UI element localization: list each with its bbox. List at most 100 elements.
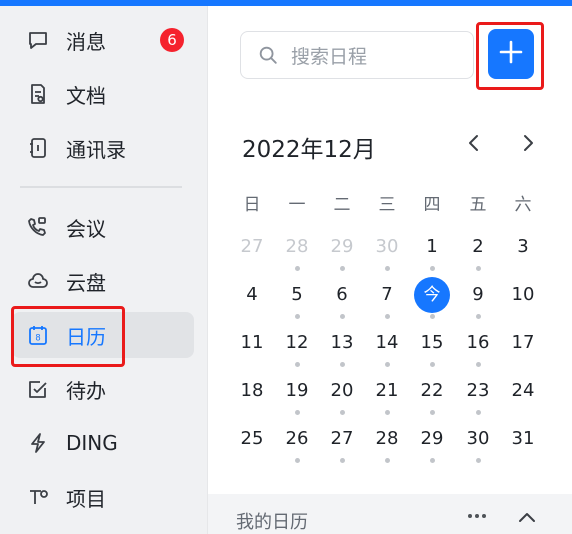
day-cell[interactable]: 23 <box>458 376 498 406</box>
day-cell[interactable]: 18 <box>232 376 272 406</box>
event-dot <box>429 362 435 367</box>
sidebar-item-ding[interactable]: DING <box>12 420 194 466</box>
highlight-box-calendar <box>11 306 125 367</box>
next-month-button[interactable] <box>516 132 540 158</box>
event-dot <box>384 458 390 463</box>
day-cell[interactable]: 20 <box>322 376 362 406</box>
event-dot <box>384 266 390 271</box>
day-cell[interactable]: 30 <box>367 232 407 262</box>
event-dot <box>294 266 300 271</box>
day-cell[interactable]: 1 <box>412 232 452 262</box>
day-cell[interactable]: 16 <box>458 328 498 358</box>
event-dot <box>384 362 390 367</box>
search-placeholder: 搜索日程 <box>291 45 368 68</box>
sidebar-item-label: 消息 <box>66 29 106 54</box>
my-calendars-section[interactable]: 我的日历 <box>208 494 572 534</box>
chevron-up-icon[interactable] <box>516 508 538 526</box>
checkbox-icon <box>26 377 50 401</box>
day-cell[interactable]: 26 <box>277 424 317 454</box>
weekday-label: 五 <box>469 195 487 215</box>
prev-month-button[interactable] <box>462 132 486 158</box>
day-cell[interactable]: 21 <box>367 376 407 406</box>
cloud-icon <box>26 269 50 293</box>
highlight-box-add-button <box>476 22 544 90</box>
lightning-icon <box>26 431 50 455</box>
project-icon <box>26 485 50 509</box>
day-cell[interactable]: 28 <box>277 232 317 262</box>
day-cell[interactable]: 9 <box>458 280 498 310</box>
sidebar-item-label: 云盘 <box>66 270 106 295</box>
day-cell[interactable]: 12 <box>277 328 317 358</box>
day-cell[interactable]: 29 <box>322 232 362 262</box>
more-options-icon[interactable] <box>466 506 488 526</box>
today-cell[interactable]: 今 <box>414 277 450 313</box>
day-cell[interactable]: 17 <box>503 328 543 358</box>
event-dot <box>475 266 481 271</box>
event-dot <box>339 458 345 463</box>
day-cell[interactable]: 24 <box>503 376 543 406</box>
day-cell[interactable]: 5 <box>277 280 317 310</box>
day-cell[interactable]: 31 <box>503 424 543 454</box>
day-cell[interactable]: 7 <box>367 280 407 310</box>
sidebar-item-messages[interactable]: 消息 6 <box>12 17 194 63</box>
day-cell[interactable]: 29 <box>412 424 452 454</box>
event-dot <box>475 362 481 367</box>
sidebar-item-label: 文档 <box>66 83 106 108</box>
day-cell[interactable]: 27 <box>322 424 362 454</box>
day-cell[interactable]: 30 <box>458 424 498 454</box>
sidebar-item-label: DING <box>66 431 118 455</box>
search-icon <box>257 44 279 66</box>
day-cell[interactable]: 3 <box>503 232 543 262</box>
event-dot <box>475 314 481 319</box>
event-dot <box>429 314 435 319</box>
day-cell[interactable]: 11 <box>232 328 272 358</box>
event-dot <box>294 314 300 319</box>
event-dot <box>475 410 481 415</box>
event-dot <box>429 458 435 463</box>
event-dot <box>429 410 435 415</box>
event-dot <box>384 314 390 319</box>
sidebar-item-projects[interactable]: 项目 <box>12 474 194 520</box>
event-dot <box>339 314 345 319</box>
sidebar-item-label: 会议 <box>66 216 106 241</box>
day-cell[interactable]: 27 <box>232 232 272 262</box>
day-cell[interactable]: 2 <box>458 232 498 262</box>
event-dot <box>339 410 345 415</box>
sidebar-item-label: 待办 <box>66 378 106 403</box>
weekday-label: 二 <box>333 195 351 215</box>
sidebar-item-label: 项目 <box>66 486 106 511</box>
event-dot <box>384 410 390 415</box>
contacts-book-icon <box>26 136 50 160</box>
weekday-label: 日 <box>243 195 261 215</box>
day-cell[interactable]: 28 <box>367 424 407 454</box>
event-dot <box>475 458 481 463</box>
unread-badge: 6 <box>160 28 184 52</box>
day-cell[interactable]: 19 <box>277 376 317 406</box>
event-dot <box>294 458 300 463</box>
day-cell[interactable]: 13 <box>322 328 362 358</box>
day-cell[interactable]: 6 <box>322 280 362 310</box>
day-cell[interactable]: 25 <box>232 424 272 454</box>
day-cell[interactable]: 4 <box>232 280 272 310</box>
sidebar-item-contacts[interactable]: 通讯录 <box>12 125 194 171</box>
sidebar-item-label: 通讯录 <box>66 137 126 162</box>
chat-bubble-icon <box>26 28 50 52</box>
day-cell[interactable]: 22 <box>412 376 452 406</box>
sidebar-item-docs[interactable]: 文档 <box>12 71 194 117</box>
month-title: 2022年12月 <box>242 137 376 163</box>
sidebar-item-cloud-drive[interactable]: 云盘 <box>12 258 194 304</box>
day-cell[interactable]: 14 <box>367 328 407 358</box>
event-dot <box>294 362 300 367</box>
sidebar-item-meetings[interactable]: 会议 <box>12 204 194 250</box>
sidebar: 消息 6 文档 通讯录 会议 云盘 8 日历 待办 DING 项目 <box>0 6 208 534</box>
day-cell[interactable]: 15 <box>412 328 452 358</box>
search-input[interactable]: 搜索日程 <box>240 31 474 79</box>
day-cell[interactable]: 10 <box>503 280 543 310</box>
weekday-label: 四 <box>423 195 441 215</box>
event-dot <box>429 266 435 271</box>
document-icon <box>26 82 50 106</box>
chevron-left-icon <box>467 133 481 157</box>
weekday-label: 一 <box>288 195 306 215</box>
weekday-label: 三 <box>378 195 396 215</box>
sidebar-item-todo[interactable]: 待办 <box>12 366 194 412</box>
